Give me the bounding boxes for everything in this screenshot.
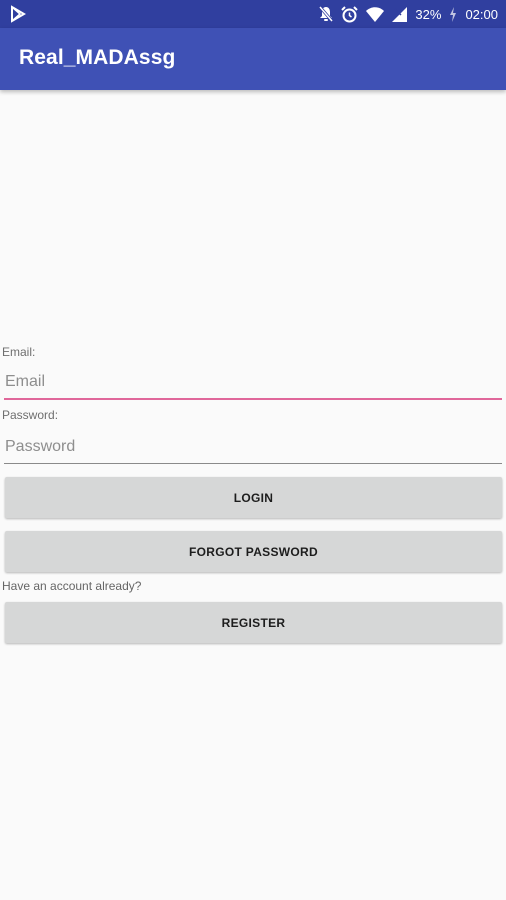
forgot-password-button[interactable]: FORGOT PASSWORD — [5, 531, 502, 572]
login-button[interactable]: LOGIN — [5, 477, 502, 518]
clock: 02:00 — [465, 6, 498, 22]
password-label: Password: — [2, 408, 59, 422]
status-bar-indicators: 32% 02:00 — [319, 0, 498, 28]
app-bar: Real_MADAssg — [0, 28, 506, 90]
password-field[interactable] — [4, 430, 502, 464]
notifications-off-icon — [319, 6, 334, 22]
wifi-icon — [366, 6, 385, 22]
register-button[interactable]: REGISTER — [5, 602, 502, 643]
battery-percent: 32% — [415, 6, 442, 22]
email-label: Email: — [2, 345, 36, 359]
alarm-icon — [341, 5, 359, 22]
app-title: Real_MADAssg — [19, 46, 176, 69]
account-hint: Have an account already? — [2, 579, 142, 593]
email-field[interactable] — [4, 366, 502, 400]
cellular-icon — [392, 6, 408, 22]
status-bar: 32% 02:00 — [0, 0, 506, 28]
play-store-notification-icon — [11, 5, 26, 23]
battery-charging-icon — [450, 6, 457, 22]
